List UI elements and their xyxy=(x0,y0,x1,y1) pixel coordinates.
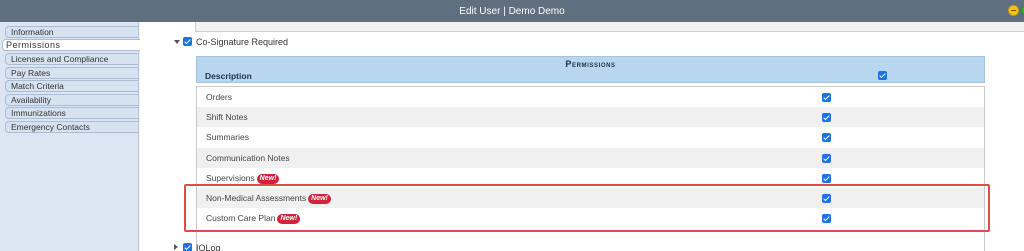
permission-label: Orders xyxy=(206,92,232,102)
sidebar-tab-immunizations[interactable]: Immunizations xyxy=(5,107,138,119)
co-signature-checkbox[interactable] xyxy=(183,37,192,46)
co-signature-label: Co-Signature Required xyxy=(196,37,289,47)
sidebar: Information Permissions Licenses and Com… xyxy=(0,22,140,251)
permission-row-orders: Orders xyxy=(197,87,984,107)
sidebar-tab-availability[interactable]: Availability xyxy=(5,94,138,106)
window-titlebar: Edit User | Demo Demo xyxy=(0,0,1024,22)
iolog-label: IOLog xyxy=(196,243,221,251)
new-badge: New! xyxy=(256,174,280,184)
highlight-box xyxy=(184,184,990,232)
sidebar-tab-match-criteria[interactable]: Match Criteria xyxy=(5,80,138,92)
description-column-header: Description xyxy=(205,71,252,81)
permission-label: Supervisions New! xyxy=(206,173,280,184)
sidebar-tab-permissions[interactable]: Permissions xyxy=(2,39,140,51)
permission-row-summaries: Summaries xyxy=(197,127,984,147)
sidebar-tab-information[interactable]: Information xyxy=(5,26,138,38)
minimize-icon[interactable] xyxy=(1008,5,1019,16)
main-panel: Co-Signature Required Permissions Descri… xyxy=(140,22,1024,251)
window-title: Edit User | Demo Demo xyxy=(459,6,565,17)
permissions-header: Permissions Description xyxy=(196,56,985,83)
collapse-caret-icon[interactable] xyxy=(174,40,180,44)
select-all-checkbox[interactable] xyxy=(878,71,887,80)
permission-label: Shift Notes xyxy=(206,112,248,122)
sidebar-tab-emergency-contacts[interactable]: Emergency Contacts xyxy=(5,121,138,133)
permissions-title: Permissions xyxy=(565,59,616,69)
permission-checkbox[interactable] xyxy=(822,174,831,183)
permission-label: Communication Notes xyxy=(206,153,290,163)
permission-checkbox[interactable] xyxy=(822,93,831,102)
expand-caret-icon[interactable] xyxy=(174,244,178,250)
sidebar-tab-pay-rates[interactable]: Pay Rates xyxy=(5,67,138,79)
permission-label: Summaries xyxy=(206,132,249,142)
permission-checkbox[interactable] xyxy=(822,133,831,142)
permission-row-shift-notes: Shift Notes xyxy=(197,107,984,127)
sidebar-tab-licenses[interactable]: Licenses and Compliance xyxy=(5,53,138,65)
permission-row-communication-notes: Communication Notes xyxy=(197,148,984,168)
permission-checkbox[interactable] xyxy=(822,113,831,122)
permission-checkbox[interactable] xyxy=(822,154,831,163)
iolog-checkbox[interactable] xyxy=(183,243,192,251)
section-divider xyxy=(195,22,1024,32)
